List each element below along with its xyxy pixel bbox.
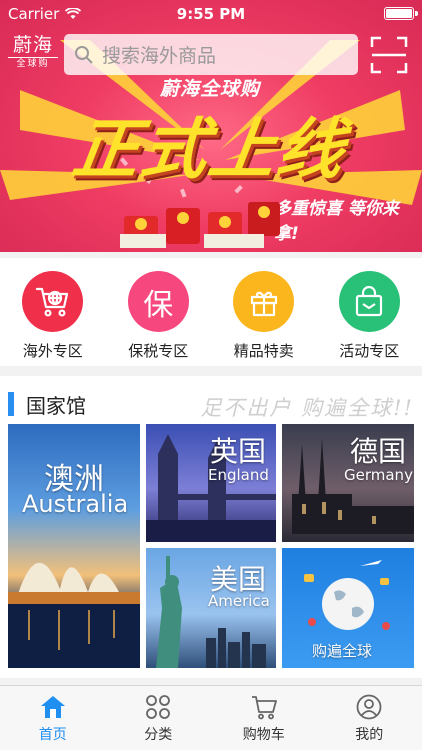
battery-icon — [384, 7, 418, 20]
country-tile-global[interactable]: 购遍全球 — [282, 548, 414, 668]
tab-label: 我的 — [355, 727, 384, 743]
logo-text: 蔚海 — [12, 34, 53, 56]
section-accent-bar — [8, 392, 14, 416]
search-icon — [75, 45, 93, 64]
tile-title-en: Germany — [344, 466, 413, 484]
category-circle: 保 — [127, 271, 189, 332]
category-events[interactable]: 活动专区 — [317, 258, 422, 366]
section-title: 国家馆 — [26, 394, 86, 418]
section-slogan: 足不出户 购遍全球!! — [200, 396, 414, 420]
tile-title-cn: 购遍全球 — [312, 642, 373, 660]
bag-icon — [356, 285, 383, 316]
banner-subtitle: 多重惊喜 等你来拿! — [274, 199, 399, 244]
category-icon — [146, 695, 171, 719]
category-label: 保税专区 — [128, 342, 189, 360]
cart-globe-icon — [35, 287, 68, 317]
category-label: 活动专区 — [339, 342, 400, 360]
category-overseas[interactable]: 海外专区 — [0, 258, 106, 366]
status-time: 9:55 PM — [176, 5, 246, 23]
category-bonded[interactable]: 保 保税专区 — [106, 258, 212, 366]
tile-title-cn: 德国 — [350, 435, 407, 468]
country-pavilion-section: 国家馆 足不出户 购遍全球!! 澳洲 Australia 英国 England … — [0, 376, 422, 678]
tab-profile[interactable]: 我的 — [317, 686, 422, 750]
category-label: 海外专区 — [22, 342, 83, 360]
tab-label: 首页 — [38, 727, 67, 743]
promo-banner[interactable]: Carrier 9:55 PM 蔚海 全球购 搜索海外商品 蔚海全球购 正式上线… — [0, 0, 422, 252]
status-bar: Carrier 9:55 PM — [0, 0, 422, 28]
cart-icon — [251, 696, 277, 720]
tab-label: 分类 — [144, 727, 173, 743]
country-tile-england[interactable]: 英国 England — [146, 424, 276, 542]
category-boutique-sale[interactable]: 精品特卖 — [211, 258, 317, 366]
category-circle — [22, 271, 84, 332]
tile-title-cn: 英国 — [210, 435, 267, 468]
gift-icon — [250, 291, 277, 316]
category-circle — [338, 271, 400, 332]
tab-home[interactable]: 首页 — [0, 686, 106, 750]
country-tile-germany[interactable]: 德国 Germany — [282, 424, 414, 542]
search-placeholder: 搜索海外商品 — [102, 45, 217, 67]
category-shortcuts: 海外专区 保 保税专区 精品特卖 活动专区 — [0, 258, 422, 366]
tab-cart[interactable]: 购物车 — [211, 686, 317, 750]
tile-title-en: Australia — [22, 490, 129, 518]
category-label: 精品特卖 — [233, 342, 294, 360]
logo-subtext: 全球购 — [8, 57, 58, 70]
app-logo: 蔚海 全球购 — [8, 34, 58, 74]
search-input[interactable]: 搜索海外商品 — [64, 34, 358, 75]
user-icon — [356, 694, 382, 720]
tile-title-en: England — [208, 466, 269, 484]
bottom-tab-bar: 首页 分类 购物车 我的 — [0, 685, 422, 750]
tile-title-en: America — [208, 592, 270, 610]
tab-label: 购物车 — [242, 727, 285, 743]
country-tile-america[interactable]: 美国 America — [146, 548, 276, 668]
tab-category[interactable]: 分类 — [106, 686, 212, 750]
section-header: 国家馆 足不出户 购遍全球!! — [0, 376, 422, 420]
home-icon — [40, 696, 65, 718]
red-envelopes-illustration — [120, 202, 280, 248]
country-tile-australia[interactable]: 澳洲 Australia — [8, 424, 140, 668]
scan-icon[interactable] — [370, 36, 408, 74]
bonded-icon: 保 — [143, 287, 174, 323]
banner-title: 正式上线 — [67, 111, 351, 188]
category-circle — [233, 271, 295, 332]
